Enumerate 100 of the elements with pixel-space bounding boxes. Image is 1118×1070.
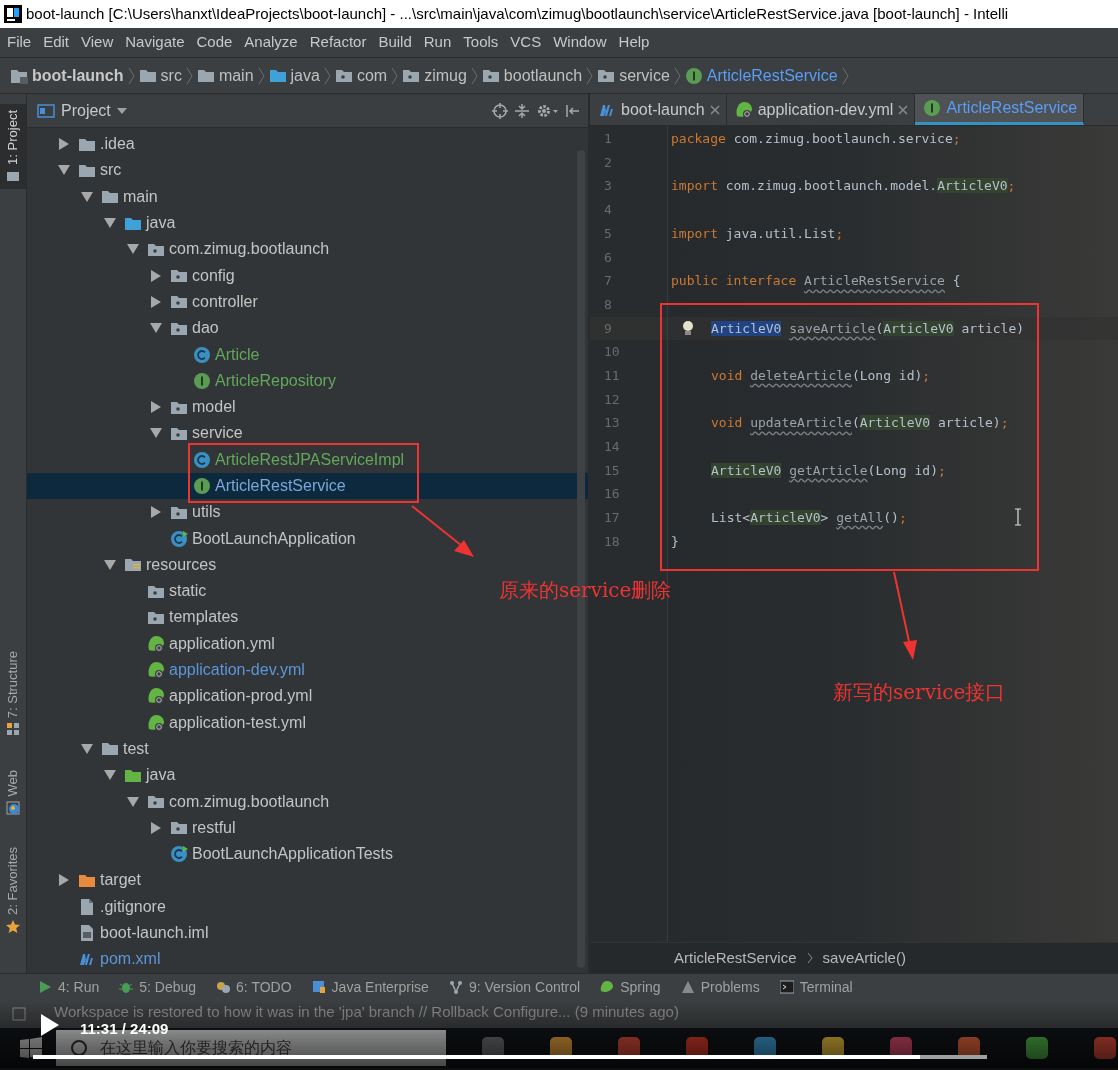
line-number: 18	[604, 532, 620, 551]
breadcrumb-item[interactable]: boot-launch	[32, 63, 124, 88]
breadcrumb-item[interactable]: saveArticle()	[822, 946, 906, 970]
tree-item[interactable]: BootLaunchApplicationTests	[27, 841, 398, 868]
breadcrumb-item[interactable]: com	[356, 63, 388, 88]
breadcrumb-item[interactable]: zimug	[424, 63, 467, 88]
tree-item[interactable]: Article	[27, 341, 264, 368]
collapse-arrow-icon[interactable]	[104, 218, 116, 229]
collapse-arrow-icon[interactable]	[81, 191, 93, 202]
breadcrumb-item[interactable]: ArticleRestService	[674, 946, 797, 970]
breadcrumb-item[interactable]: bootlaunch	[503, 63, 583, 88]
tool-window-tab[interactable]: 1: Project	[0, 104, 26, 189]
breadcrumb-item[interactable]: ArticleRestService	[706, 63, 838, 88]
collapse-arrow-icon[interactable]	[104, 770, 116, 781]
collapse-arrow-icon[interactable]	[150, 428, 162, 439]
breadcrumb-item[interactable]: src	[160, 63, 182, 88]
tree-item[interactable]: dao	[27, 315, 223, 342]
line-number: 11	[604, 366, 620, 385]
chevron-icon	[673, 66, 681, 85]
chevron-icon	[841, 66, 849, 85]
expand-arrow-icon[interactable]	[59, 138, 69, 151]
menu-item[interactable]: Navigate	[120, 31, 190, 54]
menu-item[interactable]: View	[76, 31, 119, 54]
tree-item[interactable]: resources	[27, 551, 221, 579]
expand-arrow-icon[interactable]	[151, 506, 161, 519]
menu-item[interactable]: File	[2, 31, 37, 54]
tool-window-button[interactable]: Problems	[680, 976, 760, 998]
tool-window-button[interactable]: Spring	[600, 976, 661, 998]
leaf-icon	[147, 687, 165, 706]
breadcrumb-item[interactable]: service	[619, 63, 670, 88]
tree-item[interactable]: restful	[27, 814, 240, 841]
expand-arrow-icon[interactable]	[59, 874, 69, 887]
leaf-icon	[734, 100, 753, 119]
breadcrumb-item[interactable]: main	[218, 63, 254, 88]
expand-arrow-icon[interactable]	[151, 295, 161, 308]
tree-item[interactable]: main	[27, 183, 162, 210]
view-dropdown[interactable]: Project	[61, 98, 127, 123]
tree-item[interactable]: application-prod.yml	[27, 683, 317, 710]
menu-item[interactable]: Tools	[458, 31, 504, 54]
collapse-arrow-icon[interactable]	[58, 165, 70, 176]
tool-window-button[interactable]: 6: TODO	[216, 976, 292, 998]
collapse-arrow-icon[interactable]	[150, 323, 162, 334]
tool-window-tab[interactable]: Web	[0, 764, 26, 821]
tree-item[interactable]: ArticleRestService	[27, 472, 588, 500]
tree-item[interactable]: controller	[27, 288, 262, 316]
tree-item[interactable]: boot-launch.iml	[27, 919, 213, 947]
menu-item[interactable]: Refactor	[304, 31, 372, 54]
expand-arrow-icon[interactable]	[151, 269, 161, 282]
tree-item[interactable]: application-test.yml	[27, 709, 310, 736]
tree-item[interactable]: service	[27, 420, 247, 447]
collapse-arrow-icon[interactable]	[104, 559, 116, 570]
expand-arrow-icon[interactable]	[151, 401, 161, 414]
collapse-arrow-icon[interactable]	[127, 244, 139, 255]
tool-window-tab[interactable]: 2: Favorites	[0, 840, 26, 939]
menu-item[interactable]: VCS	[505, 31, 547, 54]
code-line: ArticleV0 getArticle(Long id);	[710, 461, 946, 480]
menu-item[interactable]: Analyze	[239, 31, 303, 54]
tree-item[interactable]: java	[27, 209, 180, 237]
tree-item[interactable]: static	[27, 578, 211, 605]
tree-item[interactable]: com.zimug.bootlaunch	[27, 236, 334, 263]
tool-window-button[interactable]: 5: Debug	[119, 976, 197, 998]
editor-tab[interactable]: application-dev.yml	[726, 94, 916, 125]
tree-item[interactable]: templates	[27, 604, 243, 631]
tree-item[interactable]: utils	[27, 499, 225, 526]
circles-icon	[216, 980, 231, 994]
menu-item[interactable]: Run	[418, 31, 457, 54]
collapse-arrow-icon[interactable]	[81, 743, 93, 754]
tree-item[interactable]: model	[27, 393, 240, 421]
tool-window-button[interactable]: Terminal	[779, 976, 853, 998]
tree-item[interactable]: src	[27, 157, 126, 184]
collapse-arrow-icon[interactable]	[127, 796, 139, 807]
tree-item[interactable]: ArticleRestJPAServiceImpl	[27, 446, 409, 473]
tree-item[interactable]: .idea	[27, 131, 139, 158]
tree-item[interactable]: test	[27, 735, 153, 763]
leaf-icon	[147, 713, 165, 732]
tree-item[interactable]: com.zimug.bootlaunch	[27, 788, 334, 815]
menu-item[interactable]: Code	[191, 31, 238, 54]
tree-item[interactable]: pom.xml	[27, 946, 165, 973]
expand-arrow-icon[interactable]	[151, 821, 161, 834]
line-number: 7	[604, 272, 612, 291]
menu-item[interactable]: Edit	[38, 31, 75, 54]
tool-window-tab[interactable]: 7: Structure	[0, 644, 26, 743]
tool-window-button[interactable]: Java Enterprise	[311, 976, 429, 998]
tree-item[interactable]: BootLaunchApplication	[27, 525, 360, 552]
menu-item[interactable]: Help	[613, 31, 655, 54]
tree-item[interactable]: .gitignore	[27, 893, 170, 920]
tree-item[interactable]: ArticleRepository	[27, 367, 340, 394]
tree-item[interactable]: java	[27, 762, 180, 789]
package-folder-icon	[147, 241, 165, 257]
tree-item[interactable]: target	[27, 867, 145, 894]
breadcrumb-item[interactable]: java	[290, 63, 320, 88]
project-view-icon	[37, 102, 55, 119]
tool-window-button[interactable]: 9: Version Control	[448, 976, 581, 998]
tree-item[interactable]: config	[27, 262, 239, 289]
tree-item[interactable]: application-dev.yml	[27, 656, 309, 684]
tree-item[interactable]: application.yml	[27, 630, 279, 657]
menu-item[interactable]: Window	[548, 31, 612, 54]
menu-item[interactable]: Build	[373, 31, 417, 54]
editor-tab[interactable]: boot-launch	[590, 94, 727, 125]
tool-window-button[interactable]: 4: Run	[38, 976, 100, 998]
